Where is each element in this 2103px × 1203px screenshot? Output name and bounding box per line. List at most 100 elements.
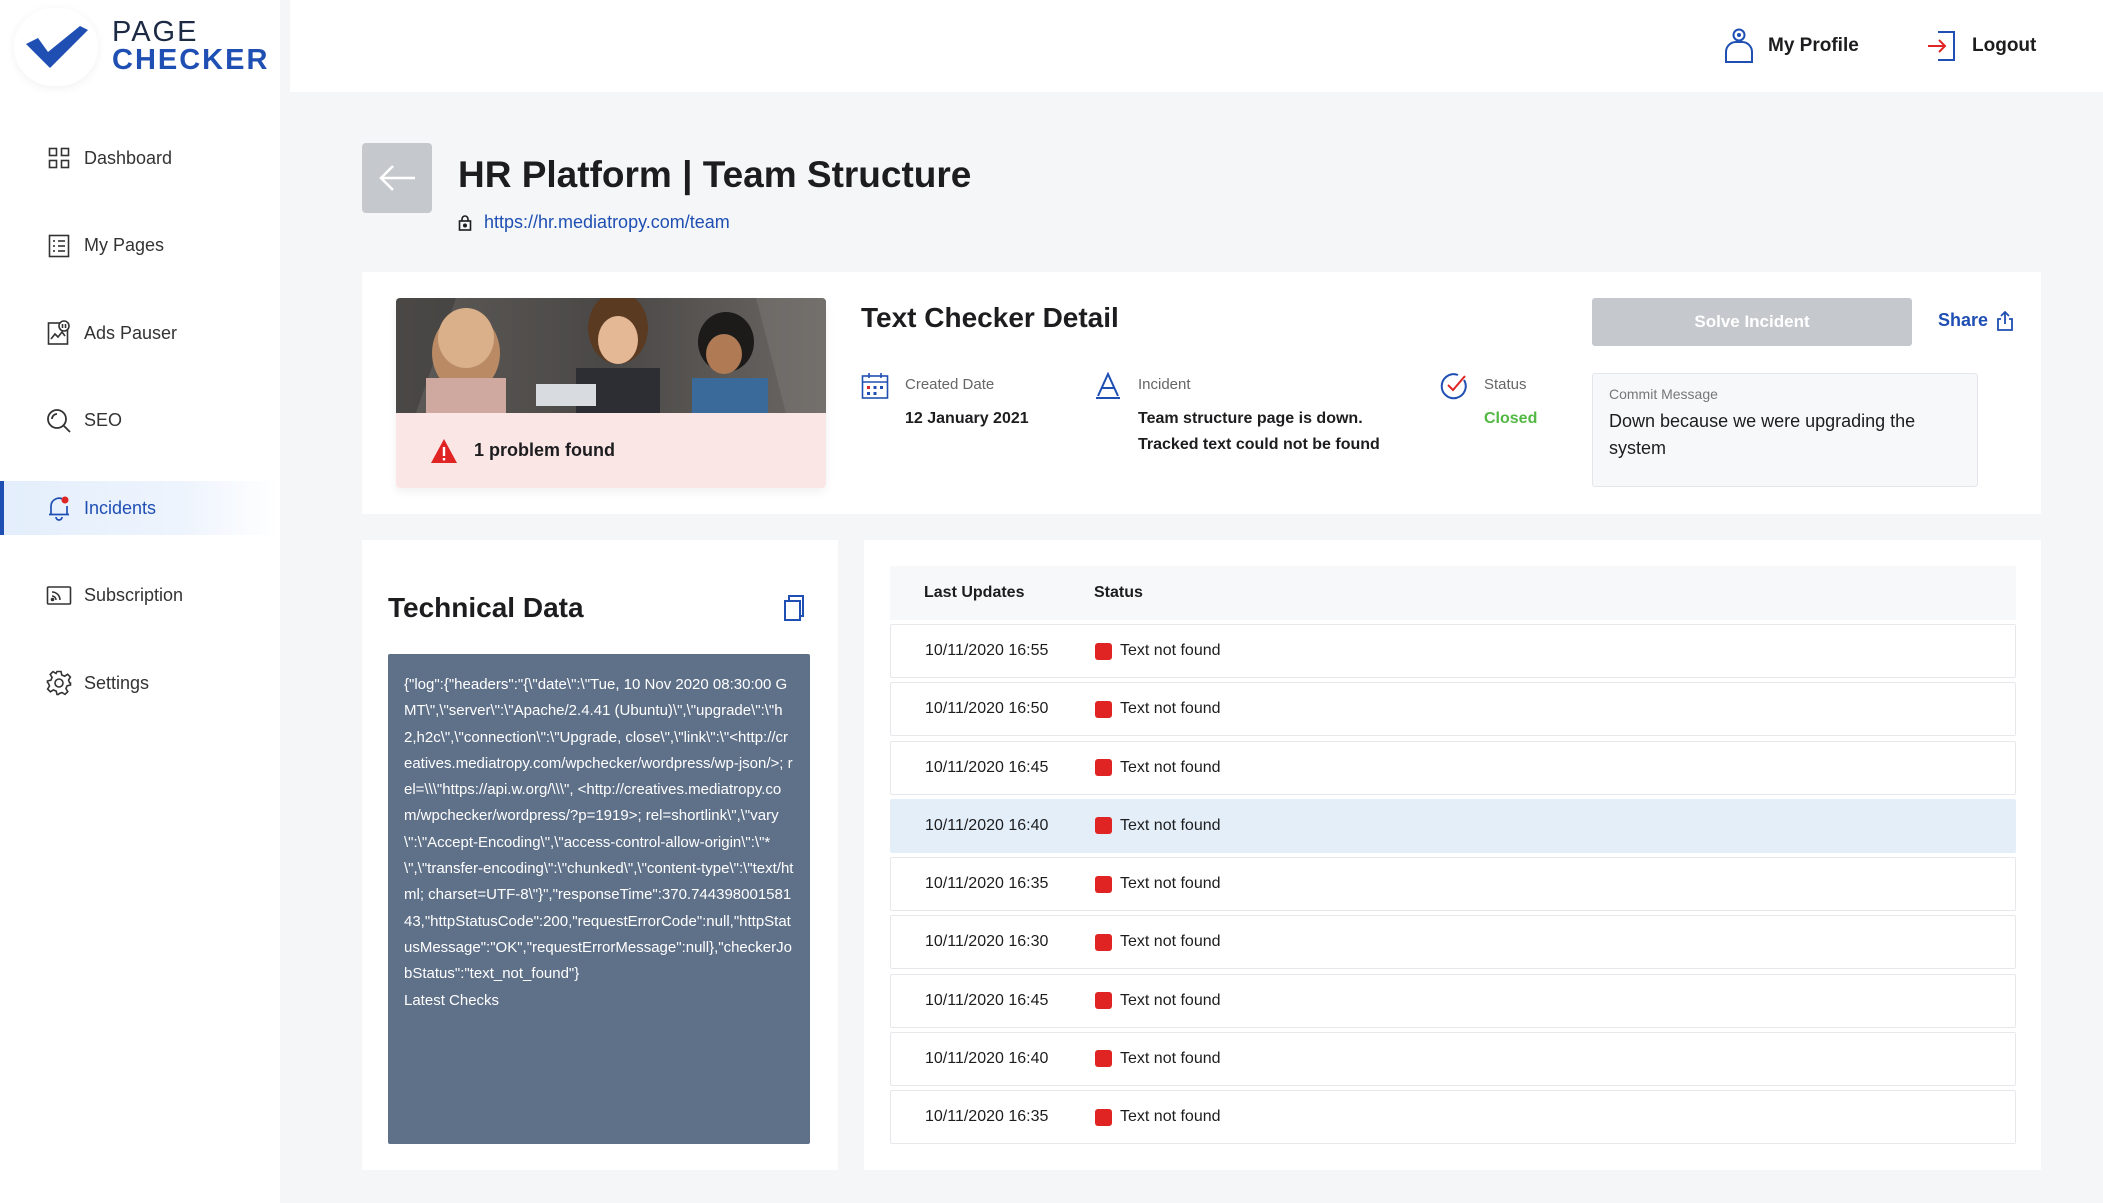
problem-count-text: 1 problem found [474, 440, 615, 460]
sidebar-item-label: My Pages [84, 235, 165, 255]
row-status-text: Text not found [1120, 933, 1221, 951]
row-status: Text not found [1095, 817, 1221, 835]
row-date: 10/11/2020 16:45 [925, 991, 1049, 1009]
warning-icon [431, 438, 457, 463]
logo[interactable]: PAGE CHECKER [0, 0, 280, 96]
pages-icon [46, 233, 72, 259]
status-dot-icon [1095, 700, 1112, 718]
row-status-text: Text not found [1120, 700, 1221, 718]
top-bar: My Profile Logout [290, 0, 2103, 92]
row-status-text: Text not found [1120, 816, 1221, 834]
sidebar-nav: Dashboard My Pages Ads Pauser SEO Incide… [0, 131, 280, 744]
row-status: Text not found [1095, 700, 1221, 718]
sidebar-item-dashboard[interactable]: Dashboard [0, 131, 280, 185]
table-row[interactable]: 10/11/2020 16:55 Text not found [890, 624, 2016, 678]
row-date: 10/11/2020 16:30 [925, 933, 1049, 951]
status-label: Status [1484, 376, 1527, 393]
my-profile-button[interactable]: My Profile [1724, 24, 1859, 68]
row-status: Text not found [1095, 933, 1221, 951]
status-dot-icon [1095, 1108, 1112, 1126]
status-dot-icon [1095, 759, 1112, 776]
status-dot-icon [1095, 1050, 1112, 1068]
row-status: Text not found [1095, 992, 1221, 1010]
solve-incident-button[interactable]: Solve Incident [1592, 298, 1912, 346]
row-date: 10/11/2020 16:40 [925, 816, 1049, 834]
logo-wordmark: PAGE CHECKER [112, 16, 269, 75]
page-thumbnail[interactable]: 1 problem found [396, 298, 826, 488]
logo-line1: PAGE [112, 16, 199, 48]
table-row[interactable]: 10/11/2020 16:30 Text not found [890, 915, 2016, 970]
search-icon [46, 408, 72, 434]
sidebar-item-seo[interactable]: SEO [0, 394, 280, 448]
row-date: 10/11/2020 16:40 [925, 1049, 1049, 1067]
row-status-text: Text not found [1120, 758, 1221, 776]
page-url-link[interactable]: https://hr.mediatropy.com/team [458, 212, 730, 233]
incident-description: Team structure page is down. Tracked tex… [1138, 406, 1380, 458]
table-row[interactable]: 10/11/2020 16:40 Text not found [890, 1031, 2016, 1086]
share-label: Share [1938, 310, 1989, 330]
detail-title: Text Checker Detail [861, 302, 1119, 333]
status-dot-icon [1095, 992, 1112, 1009]
table-row[interactable]: 10/11/2020 16:45 Text not found [890, 740, 2016, 795]
table-header: Last Updates Status [890, 566, 2016, 620]
subscription-icon [46, 583, 72, 609]
share-button[interactable]: Share [1938, 310, 2014, 331]
sidebar-item-subscription[interactable]: Subscription [0, 569, 280, 623]
gear-icon [46, 670, 72, 696]
table-row[interactable]: 10/11/2020 16:35 Text not found [890, 1090, 2016, 1144]
row-status: Text not found [1095, 642, 1221, 660]
created-date-value: 12 January 2021 [905, 410, 1029, 427]
row-date: 10/11/2020 16:55 [925, 642, 1049, 659]
technical-data-json: {"log":{"headers":"{\"date\":\"Tue, 10 N… [404, 676, 794, 983]
status-dot-icon [1095, 817, 1112, 835]
checkmark-logo-icon [26, 26, 88, 68]
technical-data-card: Technical Data {"log":{"headers":"{\"dat… [362, 540, 838, 1170]
row-status-text: Text not found [1120, 1049, 1221, 1067]
sidebar-item-label: Incidents [84, 497, 157, 518]
technical-data-title: Technical Data [388, 592, 584, 623]
table-row-highlighted[interactable]: 10/11/2020 16:40 Text not found [890, 798, 2016, 853]
row-status: Text not found [1095, 759, 1221, 777]
logout-button[interactable]: Logout [1926, 24, 2036, 68]
page-preview-image [396, 298, 826, 413]
row-status: Text not found [1095, 1108, 1221, 1126]
row-date: 10/11/2020 16:35 [925, 1108, 1049, 1125]
check-circle-icon [1440, 373, 1467, 400]
sidebar-item-label: Dashboard [84, 147, 173, 168]
table-row[interactable]: 10/11/2020 16:50 Text not found [890, 682, 2016, 737]
incident-label: Incident [1138, 376, 1191, 393]
logout-label: Logout [1972, 35, 2037, 56]
status-dot-icon [1095, 642, 1112, 660]
row-date: 10/11/2020 16:45 [925, 758, 1049, 776]
sidebar-item-ads-pauser[interactable]: Ads Pauser [0, 306, 280, 360]
back-button[interactable] [362, 143, 432, 213]
arrow-left-icon [379, 165, 415, 191]
row-status-text: Text not found [1120, 1108, 1221, 1125]
sidebar-item-my-pages[interactable]: My Pages [0, 219, 280, 273]
copy-icon [784, 595, 804, 621]
problem-banner: 1 problem found [396, 413, 826, 488]
copy-button[interactable] [782, 594, 810, 622]
logo-badge [14, 8, 98, 86]
created-date-label: Created Date [905, 376, 995, 393]
technical-data-box[interactable]: {"log":{"headers":"{\"date\":\"Tue, 10 N… [388, 654, 810, 1144]
row-date: 10/11/2020 16:35 [925, 875, 1049, 892]
status-dot-icon [1095, 875, 1112, 893]
status-value: Closed [1484, 410, 1538, 427]
sidebar-item-label: Settings [84, 672, 150, 693]
page-title: HR Platform | Team Structure [458, 154, 972, 195]
column-header-last-updates: Last Updates [924, 584, 1025, 601]
updates-table-body: 10/11/2020 16:55 Text not found 10/11/20… [890, 624, 2016, 1148]
sidebar-item-incidents[interactable]: Incidents [0, 481, 280, 535]
row-status-text: Text not found [1120, 642, 1221, 659]
calendar-icon [861, 373, 889, 399]
sidebar-item-label: SEO [84, 410, 123, 430]
user-icon [1725, 28, 1753, 63]
table-row[interactable]: 10/11/2020 16:45 Text not found [890, 973, 2016, 1028]
last-updates-card: Last Updates Status 10/11/2020 16:55 Tex… [864, 540, 2041, 1170]
logout-icon [1928, 31, 1955, 61]
sidebar-item-settings[interactable]: Settings [0, 656, 280, 710]
table-row[interactable]: 10/11/2020 16:35 Text not found [890, 857, 2016, 911]
sidebar: PAGE CHECKER Dashboard My Pages Ads Paus… [0, 0, 280, 1203]
grid-icon [46, 145, 72, 171]
